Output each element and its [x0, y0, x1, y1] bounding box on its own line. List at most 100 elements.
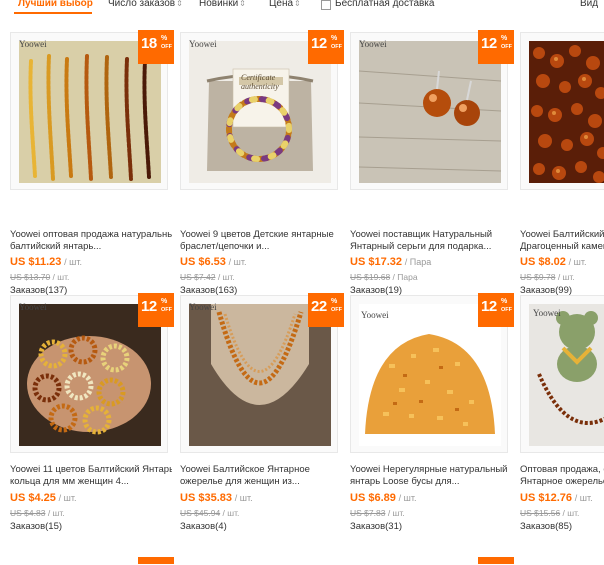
brand-watermark: Yoowei — [361, 310, 389, 320]
product-title[interactable]: Yoowei 11 цветов Балтийский Янтарь кольц… — [10, 464, 172, 488]
product-card[interactable]: Yoowei 12 % OFF Yoowei поставщик Натурал… — [350, 30, 518, 302]
old-price-row: US $45.94 / шт. — [180, 508, 239, 518]
product-title[interactable]: Yoowei поставщик Натуральный Янтарный се… — [350, 229, 512, 253]
product-title-line: янтарь Loose бусы для... — [350, 476, 460, 487]
product-card[interactable]: Yoowei Балтийский Янт Драгоценный камен … — [520, 32, 604, 302]
product-card[interactable]: Yoowei Certificate authenticity 12 % OFF… — [180, 30, 348, 302]
free-shipping-checkbox[interactable] — [321, 0, 331, 10]
product-card[interactable]: Yoowei 12 % OFF Yoowei 11 цветов Балтийс… — [10, 293, 178, 565]
active-sort-indicator — [14, 12, 92, 14]
price-row: US $11.23 / шт. — [10, 256, 82, 268]
old-price-unit: / шт. — [560, 508, 580, 518]
price-row: US $35.83 / шт. — [180, 492, 253, 504]
discount-badge: 12 % OFF — [478, 30, 514, 64]
old-price: US $7.83 — [350, 508, 386, 518]
product-title[interactable]: Yoowei оптовая продажа натуральный балти… — [10, 229, 172, 253]
brand-watermark: Yoowei — [359, 39, 387, 49]
product-title[interactable]: Yoowei Балтийское Янтарное ожерелье для … — [180, 464, 342, 488]
product-title-line: Yoowei 9 цветов Детские янтарные — [180, 229, 334, 240]
old-price-unit: / шт. — [220, 508, 240, 518]
product-price: US $8.02 — [520, 256, 566, 268]
discount-percent-sign: % — [501, 35, 508, 42]
discount-percent-sign: % — [331, 35, 338, 42]
sort-best-match[interactable]: Лучший выбор — [18, 0, 93, 10]
product-title-line: кольца для мм женщин 4... — [10, 476, 129, 487]
brand-watermark: Yoowei — [189, 39, 217, 49]
discount-percent-sign: % — [161, 298, 168, 305]
price-unit: / шт. — [58, 493, 77, 503]
old-price-row: US $19.68 / Пара — [350, 272, 418, 282]
product-title-line: ожерелье для женщин из... — [180, 476, 300, 487]
sort-arrow-icon: ⇕ — [294, 0, 301, 8]
product-title-line: Янтарное ожерелье — [520, 476, 604, 487]
product-title-line: Yoowei оптовая продажа натуральный — [10, 229, 172, 240]
product-card[interactable]: Yoowei 12 % OFF Yoowei Нерегулярные нату… — [350, 293, 518, 565]
price-unit: / шт. — [574, 493, 593, 503]
product-title-line: Драгоценный камен — [520, 241, 604, 252]
product-image[interactable]: Yoowei — [520, 295, 604, 453]
price-unit: / шт. — [228, 257, 247, 267]
old-price-unit: / шт. — [45, 508, 65, 518]
discount-badge: 12 % OFF — [308, 30, 344, 64]
amber-beads-image — [529, 41, 604, 183]
brand-watermark: Yoowei — [19, 302, 47, 312]
old-price-unit: / Пара — [390, 272, 418, 282]
discount-value: 12 — [481, 298, 497, 315]
discount-badge: 12 % OFF — [478, 293, 514, 327]
discount-percent-sign: % — [161, 35, 168, 42]
sort-price[interactable]: Цена⇕ — [269, 0, 301, 10]
product-title-line: Янтарный серьги для подарка... — [350, 241, 492, 252]
price-row: US $6.89 / шт. — [350, 492, 417, 504]
next-row-badge — [478, 557, 514, 564]
discount-badge: 22 % OFF — [308, 293, 344, 327]
brand-watermark: Yoowei — [189, 302, 217, 312]
product-title[interactable]: Yoowei Балтийский Янт Драгоценный камен — [520, 229, 604, 253]
old-price: US $45.94 — [180, 508, 221, 518]
brand-watermark: Yoowei — [19, 39, 47, 49]
old-price-row: US $4.83 / шт. — [10, 508, 65, 518]
old-price: US $9.78 — [520, 272, 556, 282]
discount-off-label: OFF — [331, 44, 342, 50]
product-price: US $6.53 — [180, 256, 226, 268]
product-title-line: браслет/цепочки и... — [180, 241, 270, 252]
old-price-row: US $9.78 / шт. — [520, 272, 575, 282]
free-shipping-label[interactable]: Бесплатная доставка — [335, 0, 434, 10]
sort-price-label: Цена — [269, 0, 294, 9]
product-title-line: Yoowei поставщик Натуральный — [350, 229, 493, 240]
old-price-unit: / шт. — [215, 272, 235, 282]
discount-badge: 18 % OFF — [138, 30, 174, 64]
product-price: US $17.32 — [350, 256, 402, 268]
product-card[interactable]: Yoowei 18 % OFF Yoowei оптовая продажа н… — [10, 30, 178, 302]
orders-count: Заказов(4) — [180, 521, 227, 532]
price-unit: / Пара — [404, 257, 432, 267]
discount-value: 18 — [141, 35, 157, 52]
old-price: US $19.68 — [350, 272, 391, 282]
sort-arrow-icon: ⇕ — [239, 0, 246, 8]
old-price: US $4.83 — [10, 508, 46, 518]
sort-newest[interactable]: Новинки⇕ — [199, 0, 246, 10]
sort-orders[interactable]: Число заказов⇕ — [108, 0, 183, 10]
discount-percent-sign: % — [501, 298, 508, 305]
old-price-row: US $7.42 / шт. — [180, 272, 235, 282]
product-image[interactable] — [520, 32, 604, 190]
product-title-line: Yoowei 11 цветов Балтийский Янтарь — [10, 464, 172, 475]
product-card[interactable]: Yoowei Оптовая продажа, о Янтарное ожере… — [520, 295, 604, 565]
product-title-line: Yoowei Нерегулярные натуральный — [350, 464, 508, 475]
product-price: US $11.23 — [10, 256, 62, 268]
sort-arrow-icon: ⇕ — [176, 0, 183, 8]
product-title[interactable]: Yoowei 9 цветов Детские янтарные браслет… — [180, 229, 342, 253]
view-toggle[interactable]: Вид — [580, 0, 598, 10]
orders-count: Заказов(31) — [350, 521, 403, 532]
product-title[interactable]: Yoowei Нерегулярные натуральный янтарь L… — [350, 464, 512, 488]
price-row: US $8.02 / шт. — [520, 256, 587, 268]
discount-off-label: OFF — [161, 44, 172, 50]
discount-off-label: OFF — [161, 307, 172, 313]
product-title[interactable]: Оптовая продажа, о Янтарное ожерелье — [520, 464, 604, 488]
price-row: US $17.32 / Пара — [350, 256, 431, 268]
teddy-bear-amber-image — [529, 304, 604, 446]
price-unit: / шт. — [398, 493, 417, 503]
product-card[interactable]: Yoowei 22 % OFF Yoowei Балтийское Янтарн… — [180, 293, 348, 565]
discount-off-label: OFF — [501, 44, 512, 50]
price-row: US $4.25 / шт. — [10, 492, 77, 504]
discount-percent-sign: % — [331, 298, 338, 305]
